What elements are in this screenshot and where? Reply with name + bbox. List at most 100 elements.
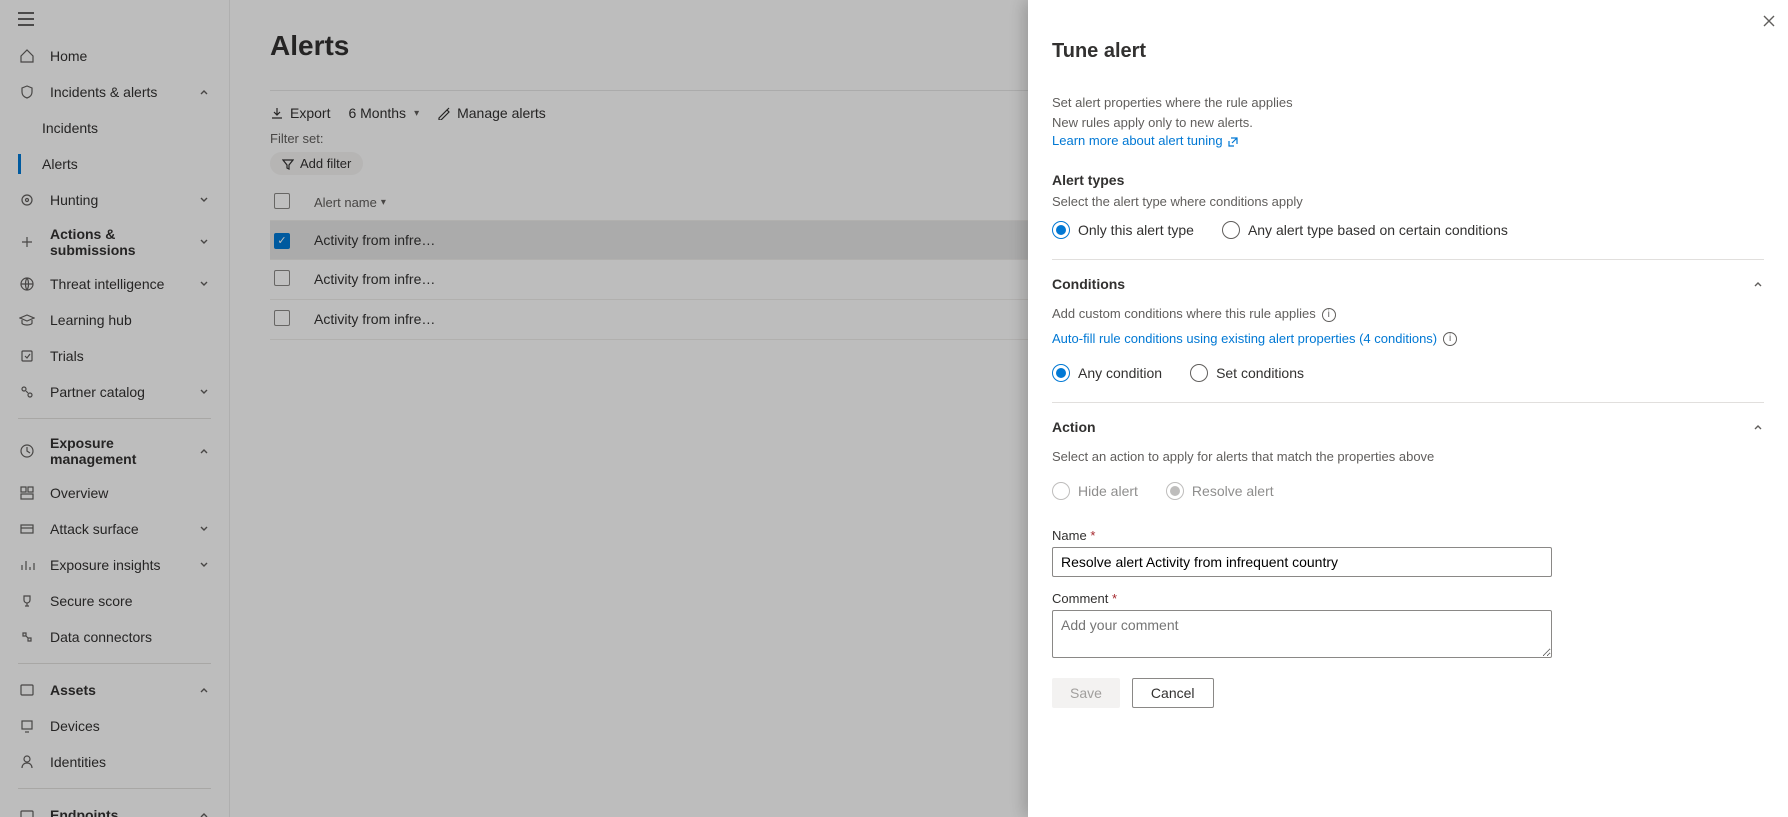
action-header[interactable]: Action	[1052, 419, 1764, 435]
connector-icon	[18, 628, 36, 646]
chevron-up-icon	[197, 683, 211, 697]
sidebar-item-partner-catalog[interactable]: Partner catalog	[0, 374, 229, 410]
overview-icon	[18, 484, 36, 502]
endpoints-icon	[18, 806, 36, 817]
chevron-up-icon	[197, 85, 211, 99]
nav-label: Secure score	[50, 593, 211, 609]
sidebar-item-exposure-insights[interactable]: Exposure insights	[0, 547, 229, 583]
radio-only-this-alert[interactable]: Only this alert type	[1052, 221, 1194, 239]
home-icon	[18, 47, 36, 65]
globe-icon	[18, 275, 36, 293]
nav-label: Incidents	[42, 120, 211, 136]
hamburger-icon[interactable]	[0, 0, 229, 38]
sidebar-item-trials[interactable]: Trials	[0, 338, 229, 374]
row-checkbox[interactable]: ✓	[274, 233, 290, 249]
exposure-icon	[18, 442, 36, 460]
panel-desc1: Set alert properties where the rule appl…	[1052, 93, 1764, 113]
sidebar-item-overview[interactable]: Overview	[0, 475, 229, 511]
nav-label: Exposure management	[50, 435, 197, 467]
radio-any-condition[interactable]: Any condition	[1052, 364, 1162, 382]
nav-label: Hunting	[50, 192, 197, 208]
chevron-down-icon: ▾	[381, 197, 386, 208]
conditions-header[interactable]: Conditions	[1052, 276, 1764, 292]
nav-label: Exposure insights	[50, 557, 197, 573]
identity-icon	[18, 753, 36, 771]
chevron-down-icon	[197, 277, 211, 291]
radio-any-alert-type[interactable]: Any alert type based on certain conditio…	[1222, 221, 1508, 239]
sidebar-item-data-connectors[interactable]: Data connectors	[0, 619, 229, 655]
nav-label: Threat intelligence	[50, 276, 197, 292]
nav-label: Data connectors	[50, 629, 211, 645]
devices-icon	[18, 717, 36, 735]
add-filter-button[interactable]: Add filter	[270, 152, 363, 175]
radio-set-conditions[interactable]: Set conditions	[1190, 364, 1304, 382]
trophy-icon	[18, 592, 36, 610]
chevron-down-icon: ▾	[414, 108, 419, 119]
chevron-up-icon	[197, 808, 211, 817]
sidebar-item-home[interactable]: Home	[0, 38, 229, 74]
cancel-button[interactable]: Cancel	[1132, 678, 1214, 708]
sidebar-item-exposure-management[interactable]: Exposure management	[0, 427, 229, 475]
nav-label: Learning hub	[50, 312, 211, 328]
chevron-up-icon	[1752, 421, 1764, 433]
nav-label: Alerts	[42, 156, 211, 172]
row-checkbox[interactable]	[274, 310, 290, 326]
sidebar: Home Incidents & alerts Incidents Alerts…	[0, 0, 230, 817]
sidebar-item-alerts[interactable]: Alerts	[0, 146, 229, 182]
autofill-link[interactable]: Auto-fill rule conditions using existing…	[1052, 331, 1437, 346]
comment-textarea[interactable]	[1052, 610, 1552, 658]
sidebar-item-attack-surface[interactable]: Attack surface	[0, 511, 229, 547]
nav-label: Trials	[50, 348, 211, 364]
radio-resolve-alert: Resolve alert	[1166, 482, 1274, 500]
sidebar-item-endpoints[interactable]: Endpoints	[0, 797, 229, 817]
alert-types-sub: Select the alert type where conditions a…	[1052, 194, 1764, 209]
add-filter-label: Add filter	[300, 156, 351, 171]
close-button[interactable]	[1762, 14, 1776, 28]
attack-icon	[18, 520, 36, 538]
nav-label: Partner catalog	[50, 384, 197, 400]
export-button[interactable]: Export	[270, 105, 330, 121]
nav-label: Assets	[50, 682, 197, 698]
manage-alerts-button[interactable]: Manage alerts	[437, 105, 546, 121]
range-label: 6 Months	[348, 105, 406, 121]
action-sub: Select an action to apply for alerts tha…	[1052, 449, 1764, 464]
sidebar-item-incidents-alerts[interactable]: Incidents & alerts	[0, 74, 229, 110]
nav-label: Endpoints	[50, 807, 197, 817]
info-icon[interactable]: i	[1322, 308, 1336, 322]
sidebar-item-hunting[interactable]: Hunting	[0, 182, 229, 218]
sidebar-item-actions-submissions[interactable]: Actions & submissions	[0, 218, 229, 266]
panel-title: Tune alert	[1052, 40, 1764, 63]
sidebar-item-secure-score[interactable]: Secure score	[0, 583, 229, 619]
chevron-down-icon	[197, 193, 211, 207]
alert-types-heading: Alert types	[1052, 172, 1764, 188]
action-section: Action Select an action to apply for ale…	[1052, 402, 1764, 658]
comment-label: Comment *	[1052, 591, 1764, 606]
row-checkbox[interactable]	[274, 270, 290, 286]
export-label: Export	[290, 105, 330, 121]
chevron-down-icon	[197, 385, 211, 399]
info-icon[interactable]: i	[1443, 332, 1457, 346]
sidebar-item-incidents[interactable]: Incidents	[0, 110, 229, 146]
sidebar-item-threat-intelligence[interactable]: Threat intelligence	[0, 266, 229, 302]
chevron-up-icon	[1752, 278, 1764, 290]
sidebar-item-assets[interactable]: Assets	[0, 672, 229, 708]
sidebar-item-devices[interactable]: Devices	[0, 708, 229, 744]
sidebar-item-identities[interactable]: Identities	[0, 744, 229, 780]
save-button[interactable]: Save	[1052, 678, 1120, 708]
tune-alert-panel: Tune alert Set alert properties where th…	[1028, 0, 1788, 817]
chevron-down-icon	[197, 558, 211, 572]
select-all-checkbox[interactable]	[274, 193, 290, 209]
learning-icon	[18, 311, 36, 329]
assets-icon	[18, 681, 36, 699]
sidebar-item-learning-hub[interactable]: Learning hub	[0, 302, 229, 338]
learn-more-link[interactable]: Learn more about alert tuning	[1052, 133, 1239, 148]
trials-icon	[18, 347, 36, 365]
range-dropdown[interactable]: 6 Months ▾	[348, 105, 419, 121]
chevron-up-icon	[197, 444, 211, 458]
shield-icon	[18, 83, 36, 101]
divider	[18, 788, 211, 789]
nav-label: Actions & submissions	[50, 226, 197, 258]
chevron-down-icon	[197, 522, 211, 536]
nav-label: Overview	[50, 485, 211, 501]
name-input[interactable]	[1052, 547, 1552, 577]
